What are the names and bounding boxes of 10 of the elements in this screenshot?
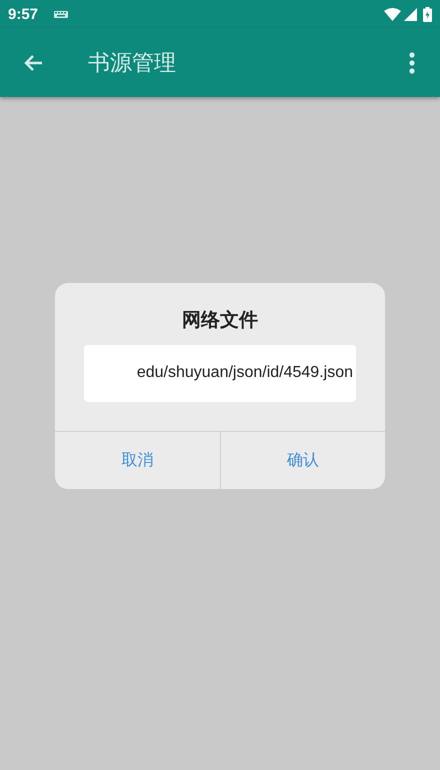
screen-title: 书源管理 bbox=[88, 50, 177, 78]
url-field[interactable]: edu/shuyuan/json/id/4549.json bbox=[84, 344, 356, 402]
signal-icon bbox=[404, 8, 417, 20]
keyboard-icon bbox=[54, 10, 68, 18]
more-menu-icon[interactable] bbox=[409, 52, 415, 74]
dialog-title: 网络文件 bbox=[182, 308, 258, 332]
battery-icon bbox=[423, 6, 432, 22]
wifi-icon bbox=[384, 8, 401, 20]
clock: 9:57 bbox=[8, 6, 38, 22]
dialog-button[interactable]: 确认 bbox=[220, 432, 385, 488]
